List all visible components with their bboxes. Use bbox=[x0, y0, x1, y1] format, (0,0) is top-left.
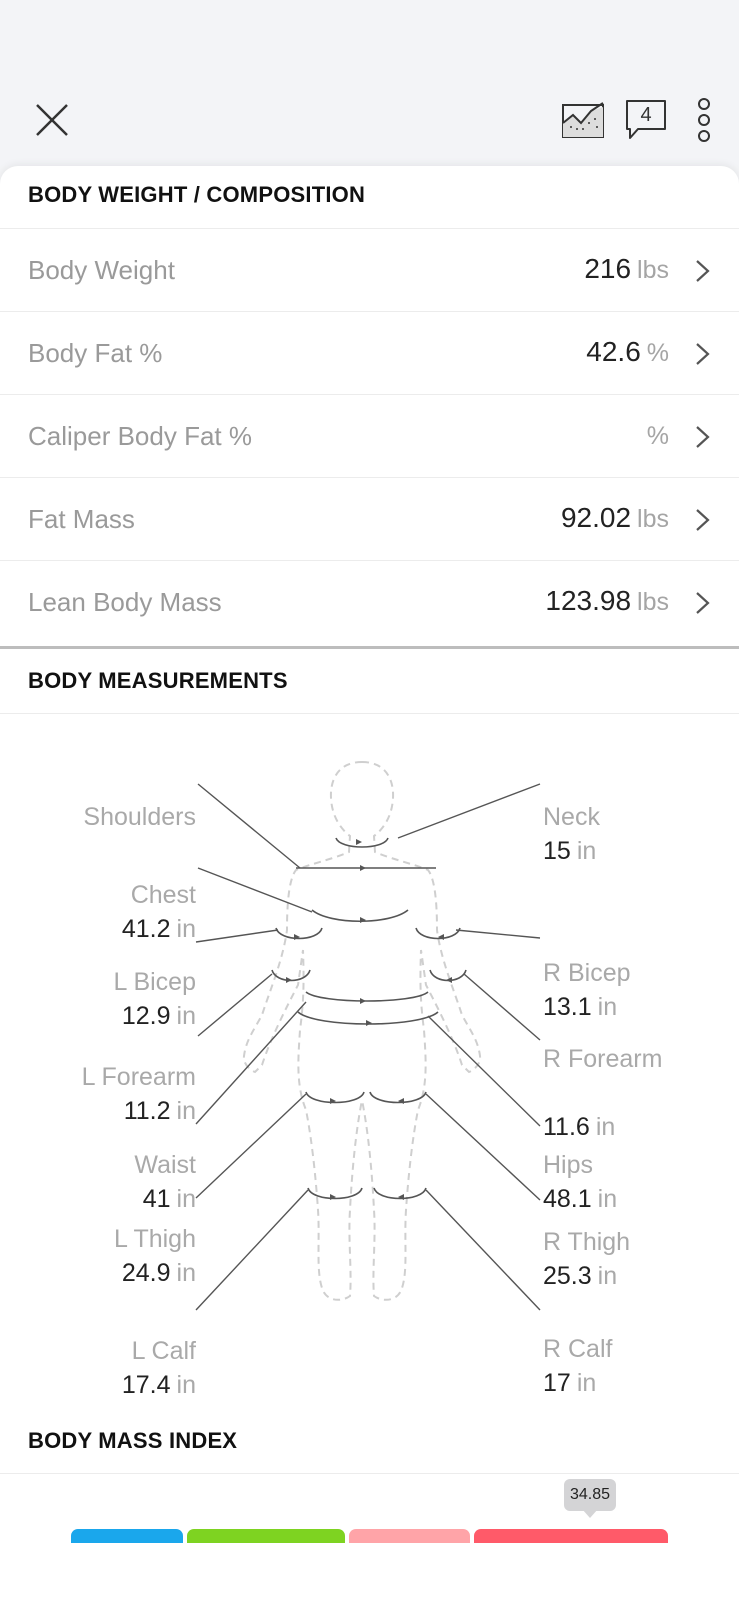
top-bar: 4 bbox=[0, 0, 739, 166]
row-value: 42.6% bbox=[586, 336, 669, 367]
chest-label: Chest bbox=[130, 881, 196, 909]
waist-label: Waist bbox=[134, 1151, 196, 1179]
chevron-right-icon bbox=[696, 343, 710, 365]
row-label: Body Fat % bbox=[28, 338, 163, 368]
l-calf-label: L Calf bbox=[131, 1337, 196, 1365]
loop-arrows bbox=[286, 839, 452, 1200]
section-divider bbox=[0, 646, 739, 649]
l-bicep-label: L Bicep bbox=[113, 968, 196, 996]
close-icon bbox=[36, 104, 68, 136]
chevron-right-icon bbox=[696, 260, 710, 282]
l-bicep-value: 12.9 in bbox=[121, 1002, 196, 1030]
trend-chart-button[interactable] bbox=[560, 98, 606, 140]
l-forearm-label: L Forearm bbox=[81, 1063, 196, 1091]
row-value: % bbox=[646, 422, 669, 450]
bmi-value-badge: 34.85 bbox=[564, 1479, 616, 1511]
row-label: Fat Mass bbox=[28, 504, 135, 534]
bmi-bar-overweight bbox=[349, 1529, 470, 1543]
l-thigh-value: 24.9 in bbox=[121, 1259, 196, 1287]
bmi-bar-normal bbox=[187, 1529, 345, 1543]
more-options-button[interactable] bbox=[692, 96, 716, 144]
row-value: 216 lbs bbox=[584, 253, 669, 284]
r-bicep-label: R Bicep bbox=[543, 959, 631, 987]
bmi-bar-obese bbox=[474, 1529, 668, 1543]
row-value: 123.98 lbs bbox=[545, 585, 669, 616]
row-fat-mass[interactable]: Fat Mass 92.02 lbs bbox=[0, 478, 739, 561]
l-calf-value: 17.4 in bbox=[121, 1371, 196, 1399]
r-calf-value: 17 in bbox=[543, 1369, 597, 1397]
measurements-section-title: BODY MEASUREMENTS bbox=[28, 668, 288, 693]
bmi-bar-underweight bbox=[71, 1529, 183, 1543]
r-bicep-value: 13.1 in bbox=[543, 993, 618, 1021]
comment-count: 4 bbox=[640, 104, 652, 126]
divider bbox=[0, 713, 739, 714]
row-label: Lean Body Mass bbox=[28, 587, 222, 617]
chevron-right-icon bbox=[696, 592, 710, 614]
row-label: Caliper Body Fat % bbox=[28, 421, 252, 451]
more-vertical-icon bbox=[698, 98, 710, 142]
r-forearm-label: R Forearm bbox=[543, 1045, 663, 1073]
leader-lines bbox=[195, 783, 541, 1311]
row-caliper-body-fat[interactable]: Caliper Body Fat % % bbox=[0, 395, 739, 478]
r-thigh-value: 25.3 in bbox=[543, 1262, 618, 1290]
composition-section-title: BODY WEIGHT / COMPOSITION bbox=[28, 182, 366, 207]
chest-value: 41.2 in bbox=[121, 915, 196, 943]
row-label: Body Weight bbox=[28, 255, 175, 285]
row-lean-body-mass[interactable]: Lean Body Mass 123.98 lbs bbox=[0, 561, 739, 644]
trend-chart-icon bbox=[562, 102, 604, 138]
l-thigh-label: L Thigh bbox=[113, 1225, 196, 1253]
waist-value: 41 in bbox=[142, 1185, 196, 1213]
divider bbox=[0, 1473, 739, 1474]
hips-label: Hips bbox=[543, 1151, 594, 1179]
close-button[interactable] bbox=[28, 96, 76, 144]
row-body-fat[interactable]: Body Fat % 42.6% bbox=[0, 312, 739, 395]
comments-button[interactable]: 4 bbox=[622, 98, 670, 144]
neck-label: Neck bbox=[543, 803, 600, 831]
chevron-right-icon bbox=[696, 509, 710, 531]
r-calf-label: R Calf bbox=[543, 1335, 613, 1363]
hips-value: 48.1 in bbox=[543, 1185, 618, 1213]
row-body-weight[interactable]: Body Weight 216 lbs bbox=[0, 229, 739, 312]
bmi-pointer bbox=[582, 1509, 598, 1518]
neck-value: 15 in bbox=[543, 837, 597, 865]
l-forearm-value: 11.2 in bbox=[123, 1097, 196, 1125]
shoulders-label: Shoulders bbox=[83, 803, 196, 831]
row-value: 92.02 lbs bbox=[560, 502, 669, 533]
r-thigh-label: R Thigh bbox=[543, 1228, 631, 1256]
chevron-right-icon bbox=[696, 426, 710, 448]
bmi-section-title: BODY MASS INDEX bbox=[28, 1428, 238, 1453]
r-forearm-value: 11.6 in bbox=[543, 1113, 616, 1141]
